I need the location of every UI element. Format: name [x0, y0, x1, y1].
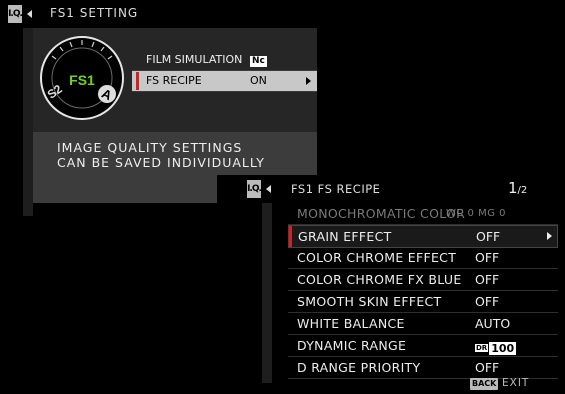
list-item-grain-effect[interactable]: GRAIN EFFECT OFF [288, 225, 558, 248]
list-item-label: GRAIN EFFECT [298, 229, 392, 244]
help-text-box-lower [33, 175, 217, 203]
page-indicator: 1/2 [508, 179, 528, 197]
mode-dial-icon: FS1 S2 A [38, 34, 126, 122]
list-item-value: OFF [475, 250, 500, 265]
list-item-label: SMOOTH SKIN EFFECT [297, 294, 442, 309]
list-item-label: WHITE BALANCE [297, 316, 405, 331]
page-title: FS1 SETTING [50, 6, 139, 20]
back-arrow-icon[interactable] [266, 185, 271, 193]
list-item-label: MONOCHROMATIC COLOR [297, 206, 466, 221]
selection-indicator [136, 72, 139, 90]
selection-indicator [289, 226, 292, 247]
menu-item-label: FILM SIMULATION [146, 53, 243, 66]
help-text-line: IMAGE QUALITY SETTINGS [57, 140, 243, 155]
list-item-label: DYNAMIC RANGE [297, 338, 407, 353]
image-quality-tab-icon: I.Q. [8, 5, 23, 23]
list-item-white-balance[interactable]: WHITE BALANCE AUTO [288, 313, 558, 335]
back-button-icon[interactable]: BACK [470, 378, 499, 390]
list-item-color-chrome-fx-blue[interactable]: COLOR CHROME FX BLUE OFF [288, 269, 558, 291]
list-item-label: COLOR CHROME FX BLUE [297, 272, 462, 287]
list-item-value: OFF [475, 360, 500, 375]
list-item-d-range-priority[interactable]: D RANGE PRIORITY OFF [288, 357, 558, 379]
list-item-value: OFF [475, 294, 500, 309]
dynamic-range-icon: DR 100 [475, 341, 517, 355]
list-item-dynamic-range[interactable]: DYNAMIC RANGE DR 100 [288, 335, 558, 357]
page-title: FS1 FS RECIPE [291, 182, 381, 196]
list-item-color-chrome-effect[interactable]: COLOR CHROME EFFECT OFF [288, 247, 558, 269]
list-item-label: D RANGE PRIORITY [297, 360, 421, 375]
exit-label: EXIT [502, 377, 530, 389]
menu-item-film-simulation[interactable]: FILM SIMULATION Nc [132, 50, 317, 71]
menu-item-fs-recipe[interactable]: FS RECIPE ON [132, 71, 317, 92]
list-item-smooth-skin-effect[interactable]: SMOOTH SKIN EFFECT OFF [288, 291, 558, 313]
help-text-line: CAN BE SAVED INDIVIDUALLY [57, 155, 265, 170]
back-arrow-icon[interactable] [27, 10, 32, 18]
film-simulation-nc-icon: Nc [250, 56, 267, 67]
scrollbar[interactable] [262, 203, 272, 383]
menu-item-label: FS RECIPE [146, 74, 202, 87]
chevron-right-icon [306, 77, 311, 85]
settings-menu: FILM SIMULATION Nc FS RECIPE ON [132, 28, 317, 132]
scrollbar[interactable] [23, 28, 33, 216]
image-quality-tab-icon: I.Q. [247, 180, 262, 198]
list-item-value: OFF [476, 229, 501, 244]
chevron-right-icon [547, 232, 552, 240]
list-item-value: AUTO [475, 316, 511, 331]
menu-item-value: ON [250, 74, 267, 87]
list-item-value: WC 0 MG 0 [446, 208, 507, 219]
help-text-box: IMAGE QUALITY SETTINGS CAN BE SAVED INDI… [33, 132, 317, 175]
dial-label-fs1: FS1 [69, 72, 95, 88]
list-item-label: COLOR CHROME EFFECT [297, 250, 457, 265]
list-item-monochromatic-color[interactable]: MONOCHROMATIC COLOR WC 0 MG 0 [288, 203, 558, 225]
list-item-value: OFF [475, 272, 500, 287]
